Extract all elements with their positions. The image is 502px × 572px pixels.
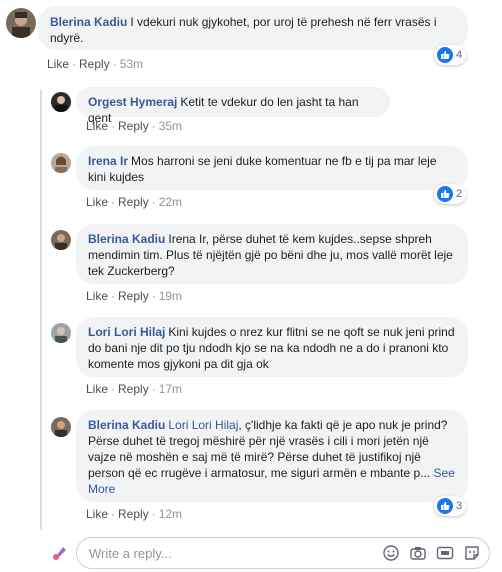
reply-button[interactable]: Reply	[79, 57, 110, 71]
like-button[interactable]: Like	[86, 382, 108, 396]
sticker-icon[interactable]	[463, 544, 481, 562]
like-button[interactable]: Like	[47, 57, 69, 71]
timestamp[interactable]: 53m	[120, 57, 143, 71]
comment-bubble: Irena Ir Mos harroni se jeni duke komentu…	[76, 146, 468, 190]
separator-dot: ·	[151, 507, 156, 521]
comment-bubble: Lori Lori Hilaj Kini kujdes o nrez kur fl…	[76, 317, 468, 377]
comment-author[interactable]: Orgest Hymeraj	[88, 95, 177, 109]
avatar[interactable]	[51, 417, 71, 437]
reply-button[interactable]: Reply	[118, 195, 149, 209]
like-button[interactable]: Like	[86, 289, 108, 303]
reaction-count-badge[interactable]: 4	[434, 45, 467, 65]
comment-bubble: Blerina Kadiu I vdekuri nuk gjykohet, por…	[38, 6, 468, 50]
like-reaction-icon	[437, 47, 453, 63]
comment-text: Mos harroni se jeni duke komentuar ne fb…	[88, 154, 437, 184]
comment-actions: Like · Reply · 12m	[86, 507, 182, 521]
like-button[interactable]: Like	[86, 195, 108, 209]
mention-link[interactable]: Lori Lori Hilaj	[168, 418, 238, 432]
comment-actions: Like · Reply · 19m	[86, 289, 182, 303]
avatar[interactable]	[51, 230, 71, 250]
comment-bubble: Blerina Kadiu Irena Ir, përse duhet të ke…	[76, 224, 468, 284]
avatar[interactable]	[51, 92, 71, 112]
reaction-count: 3	[456, 500, 463, 512]
gif-icon[interactable]	[436, 544, 454, 562]
timestamp[interactable]: 19m	[159, 289, 182, 303]
separator-dot: ·	[72, 57, 77, 71]
comment-author[interactable]: Irena Ir	[88, 154, 128, 168]
separator-dot: ·	[111, 507, 116, 521]
like-reaction-icon	[437, 498, 453, 514]
comment-actions: Like · Reply · 17m	[86, 382, 182, 396]
reply-button[interactable]: Reply	[118, 119, 149, 133]
comment-actions: Like · Reply · 35m	[86, 119, 182, 133]
emoji-icon[interactable]	[382, 544, 400, 562]
comment-author[interactable]: Lori Lori Hilaj	[88, 325, 165, 339]
comment-author[interactable]: Blerina Kadiu	[88, 232, 165, 246]
current-user-avatar	[51, 544, 69, 562]
reply-button[interactable]: Reply	[118, 382, 149, 396]
avatar[interactable]	[51, 153, 71, 173]
separator-dot: ·	[151, 195, 156, 209]
like-button[interactable]: Like	[86, 119, 108, 133]
comment-author[interactable]: Blerina Kadiu	[50, 15, 127, 29]
reaction-count-badge[interactable]: 3	[434, 496, 467, 516]
timestamp[interactable]: 22m	[159, 195, 182, 209]
comment-actions: Like · Reply · 53m	[47, 57, 143, 71]
avatar[interactable]	[6, 8, 36, 38]
like-reaction-icon	[437, 186, 453, 202]
separator-dot: ·	[151, 119, 156, 133]
reply-placeholder[interactable]: Write a reply...	[89, 546, 172, 561]
separator-dot: ·	[111, 119, 116, 133]
reaction-count-badge[interactable]: 2	[434, 184, 467, 204]
reply-input[interactable]: Write a reply...	[76, 537, 490, 569]
separator-dot: ·	[111, 382, 116, 396]
comment-author[interactable]: Blerina Kadiu	[88, 418, 165, 432]
comment-actions: Like · Reply · 22m	[86, 195, 182, 209]
reply-toolbar	[382, 544, 481, 562]
avatar[interactable]	[51, 323, 71, 343]
separator-dot: ·	[111, 289, 116, 303]
separator-dot: ·	[112, 57, 117, 71]
reply-button[interactable]: Reply	[118, 507, 149, 521]
camera-icon[interactable]	[409, 544, 427, 562]
reply-thread-line	[40, 90, 42, 530]
reaction-count: 4	[456, 49, 463, 61]
timestamp[interactable]: 17m	[159, 382, 182, 396]
reply-button[interactable]: Reply	[118, 289, 149, 303]
comment-bubble: Blerina Kadiu Lori Lori Hilaj, ç'lidhje k…	[76, 410, 468, 502]
timestamp[interactable]: 35m	[159, 119, 182, 133]
comment-bubble: Orgest Hymeraj Ketit te vdekur do len jas…	[76, 87, 390, 125]
timestamp[interactable]: 12m	[159, 507, 182, 521]
separator-dot: ·	[111, 195, 116, 209]
separator-dot: ·	[151, 382, 156, 396]
like-button[interactable]: Like	[86, 507, 108, 521]
reaction-count: 2	[456, 188, 463, 200]
separator-dot: ·	[151, 289, 156, 303]
